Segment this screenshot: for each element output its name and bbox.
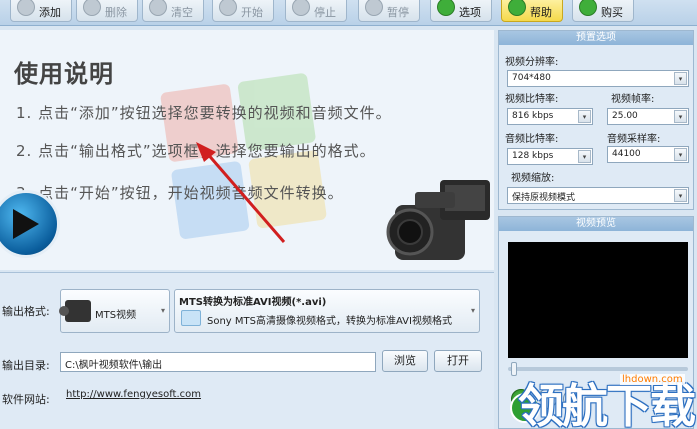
format-name: MTS视频 — [95, 310, 137, 321]
video-bitrate-select[interactable]: 816 kbps ▾ — [507, 108, 593, 125]
help-icon — [508, 0, 526, 16]
samplerate-value: 44100 — [612, 149, 641, 159]
document-icon — [181, 310, 201, 326]
chevron-down-icon: ▾ — [470, 306, 475, 315]
toolbar: 添加 删除 清空 开始 停止 暂停 选项 帮助 购买 — [0, 0, 697, 26]
red-arrow-annotation — [196, 142, 286, 243]
pause-button-label: 暂停 — [387, 6, 409, 19]
buy-icon — [579, 0, 597, 16]
audio-bitrate-value: 128 kbps — [512, 151, 554, 161]
output-dir-label: 输出目录: — [2, 359, 50, 372]
add-icon — [17, 0, 35, 16]
help-button[interactable]: 帮助 — [501, 0, 563, 22]
chevron-down-icon: ▾ — [674, 72, 687, 85]
format-title: MTS转换为标准AVI视频(*.avi) — [179, 297, 327, 308]
output-format-select[interactable]: MTS视频 ▾ — [59, 289, 170, 333]
seek-slider-thumb[interactable] — [511, 362, 517, 376]
start-icon — [219, 0, 237, 16]
preset-title: 预置选项 — [499, 31, 693, 45]
open-button[interactable]: 打开 — [434, 350, 482, 372]
resolution-value: 704*480 — [512, 73, 551, 83]
format-description-select[interactable]: MTS转换为标准AVI视频(*.avi) Sony MTS高清摄像视频格式，转换… — [174, 289, 480, 333]
pause-icon — [365, 0, 383, 16]
preset-options-panel: 预置选项 视频分辨率: 704*480 ▾ 视频比特率: 视频帧率: 816 k… — [498, 30, 694, 210]
format-desc: Sony MTS高清摄像视频格式，转换为标准AVI视频格式 — [207, 316, 452, 327]
start-button-label: 开始 — [241, 6, 263, 19]
add-button[interactable]: 添加 — [10, 0, 72, 22]
website-link[interactable]: http://www.fengyesoft.com — [66, 389, 201, 400]
delete-button-label: 删除 — [105, 6, 127, 19]
samplerate-select[interactable]: 44100 ▾ — [607, 146, 689, 163]
clear-button[interactable]: 清空 — [142, 0, 204, 22]
watermark-url: lhdown.com — [620, 374, 685, 385]
clear-button-label: 清空 — [171, 6, 193, 19]
chevron-down-icon: ▾ — [578, 110, 591, 123]
buy-button-label: 购买 — [601, 6, 623, 19]
clear-icon — [149, 0, 167, 16]
camcorder-small-icon — [59, 300, 91, 322]
framerate-value: 25.00 — [612, 111, 638, 121]
add-button-label: 添加 — [39, 6, 61, 19]
preview-screen — [508, 242, 688, 358]
delete-icon — [83, 0, 101, 16]
framerate-label: 视频帧率: — [611, 94, 655, 105]
video-bitrate-value: 816 kbps — [512, 111, 554, 121]
options-button[interactable]: 选项 — [430, 0, 492, 22]
help-button-label: 帮助 — [530, 6, 552, 19]
resolution-select[interactable]: 704*480 ▾ — [507, 70, 689, 87]
delete-button[interactable]: 删除 — [76, 0, 138, 22]
start-button[interactable]: 开始 — [212, 0, 274, 22]
browse-button[interactable]: 浏览 — [382, 350, 428, 372]
chevron-down-icon: ▾ — [674, 189, 687, 202]
audio-bitrate-select[interactable]: 128 kbps ▾ — [507, 148, 593, 165]
scale-select[interactable]: 保持原视频模式 ▾ — [507, 187, 689, 204]
chevron-down-icon: ▾ — [674, 110, 687, 123]
preview-title: 视频预览 — [499, 217, 693, 231]
video-bitrate-label: 视频比特率: — [505, 94, 559, 105]
resolution-label: 视频分辨率: — [505, 57, 559, 68]
scale-value: 保持原视频模式 — [512, 193, 576, 203]
options-button-label: 选项 — [459, 6, 481, 19]
chevron-down-icon: ▾ — [160, 306, 165, 315]
samplerate-label: 音频采样率: — [607, 134, 661, 145]
scale-label: 视频缩放: — [511, 173, 555, 184]
output-dir-input[interactable]: C:\枫叶视频软件\输出 — [60, 352, 376, 372]
options-icon — [437, 0, 455, 16]
output-settings-panel: 输出格式: MTS视频 ▾ MTS转换为标准AVI视频(*.avi) Sony … — [0, 272, 494, 429]
stop-button-label: 停止 — [314, 6, 336, 19]
pause-button[interactable]: 暂停 — [358, 0, 420, 22]
chevron-down-icon: ▾ — [674, 148, 687, 161]
stop-button[interactable]: 停止 — [285, 0, 347, 22]
stop-icon — [292, 0, 310, 16]
website-label: 软件网站: — [2, 393, 50, 406]
framerate-select[interactable]: 25.00 ▾ — [607, 108, 689, 125]
chevron-down-icon: ▾ — [578, 150, 591, 163]
instructions-panel: 使用说明 1. 点击“添加”按钮选择您要转换的视频和音频文件。 2. 点击“输出… — [0, 30, 494, 270]
buy-button[interactable]: 购买 — [572, 0, 634, 22]
audio-bitrate-label: 音频比特率: — [505, 134, 559, 145]
output-format-label: 输出格式: — [2, 305, 50, 318]
